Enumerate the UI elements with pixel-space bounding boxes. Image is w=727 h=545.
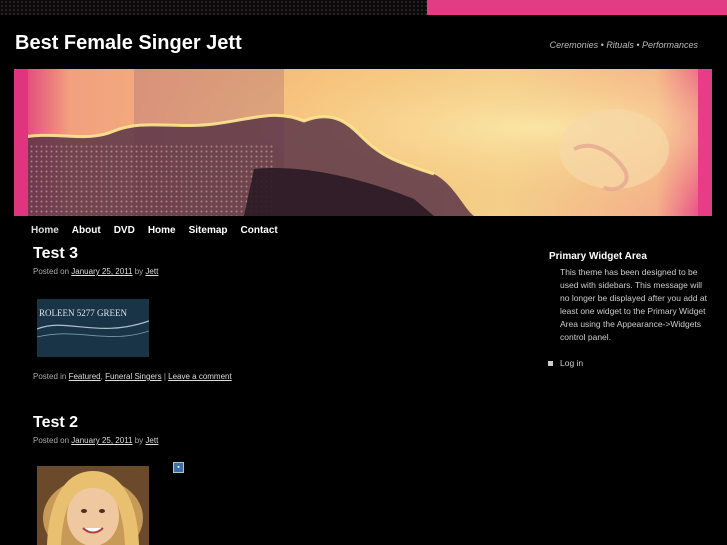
widget-title: Primary Widget Area [549, 251, 647, 262]
posted-on-label: Posted on [33, 267, 70, 276]
menu-item-about[interactable]: About [72, 224, 101, 238]
post-author-link[interactable]: Jett [145, 436, 158, 445]
post-image[interactable]: ROLEEN 5277 GREEN [37, 299, 149, 357]
leave-comment-link[interactable]: Leave a comment [168, 372, 232, 381]
main-menu: Home About DVD Home Sitemap Contact [31, 224, 291, 238]
widget-message: This theme has been designed to be used … [560, 267, 707, 342]
post-image-caption: ROLEEN 5277 GREEN [39, 308, 127, 318]
top-strip-pattern [0, 0, 427, 15]
site-title[interactable]: Best Female Singer Jett [15, 32, 242, 55]
post-title[interactable]: Test 3 [33, 245, 78, 263]
post-meta: Posted on January 25, 2011 by Jett [33, 436, 158, 445]
header-banner-image [14, 69, 712, 216]
menu-item-home-2[interactable]: Home [148, 224, 176, 238]
menu-item-home[interactable]: Home [31, 224, 59, 238]
category-link-featured[interactable]: Featured [69, 372, 101, 381]
broken-image-icon: ▪ [173, 462, 184, 473]
menu-item-dvd[interactable]: DVD [114, 224, 135, 238]
post-date-link[interactable]: January 25, 2011 [71, 436, 132, 445]
post-image-portrait [37, 466, 149, 545]
post-footer: Posted in Featured, Funeral Singers | Le… [33, 372, 232, 381]
menu-item-sitemap[interactable]: Sitemap [189, 224, 228, 238]
top-strip [0, 0, 727, 15]
banner-artwork [14, 69, 712, 216]
post-title[interactable]: Test 2 [33, 414, 78, 432]
login-link[interactable]: Log in [560, 358, 583, 368]
category-link-funeral-singers[interactable]: Funeral Singers [105, 372, 161, 381]
post-image-artwork: ROLEEN 5277 GREEN [37, 299, 149, 357]
post-author-link[interactable]: Jett [145, 267, 158, 276]
post-meta: Posted on January 25, 2011 by Jett [33, 267, 158, 276]
posted-on-label: Posted on [33, 436, 70, 445]
post-date-link[interactable]: January 25, 2011 [71, 267, 132, 276]
separator: | [163, 372, 166, 381]
by-label: by [134, 436, 144, 445]
posted-in-label: Posted in [33, 372, 67, 381]
by-label: by [134, 267, 144, 276]
top-strip-accent [427, 0, 727, 15]
site-tagline: Ceremonies • Rituals • Performances [549, 40, 698, 50]
post-image[interactable] [37, 466, 149, 545]
menu-item-contact[interactable]: Contact [241, 224, 278, 238]
bullet-icon [548, 360, 553, 366]
login-list-item: Log in [548, 358, 583, 368]
